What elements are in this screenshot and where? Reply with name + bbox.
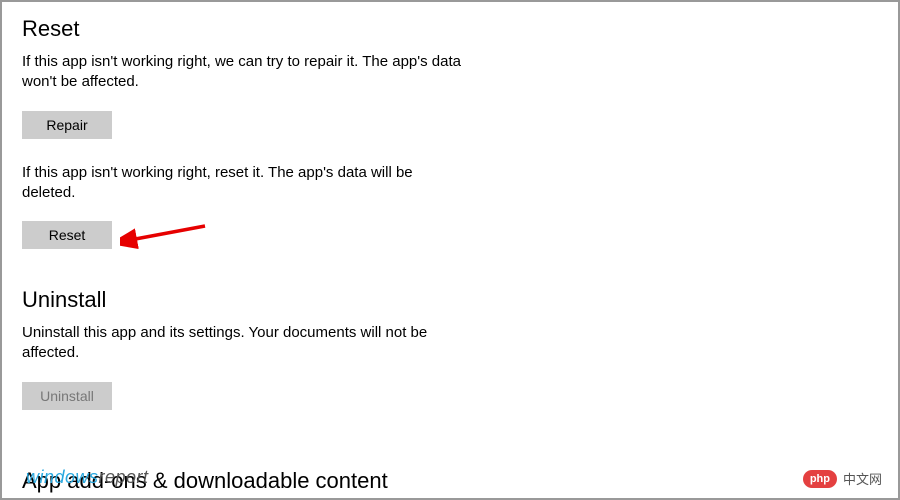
- reset-heading: Reset: [22, 16, 878, 42]
- app-settings-panel: Reset If this app isn't working right, w…: [2, 2, 898, 434]
- repair-description: If this app isn't working right, we can …: [22, 52, 462, 93]
- reset-description: If this app isn't working right, reset i…: [22, 163, 462, 204]
- watermark-wr-part2: report: [99, 467, 149, 487]
- watermark-php: php 中文网: [803, 469, 882, 488]
- repair-button[interactable]: Repair: [22, 111, 112, 139]
- watermark-wr-part1: windows: [26, 467, 99, 487]
- watermark-windowsreport: windowsreport: [26, 467, 149, 488]
- reset-button[interactable]: Reset: [22, 221, 112, 249]
- uninstall-button: Uninstall: [22, 382, 112, 410]
- uninstall-description: Uninstall this app and its settings. You…: [22, 323, 462, 364]
- uninstall-heading: Uninstall: [22, 287, 878, 313]
- php-badge-icon: php: [803, 470, 837, 488]
- php-site-text: 中文网: [843, 469, 882, 488]
